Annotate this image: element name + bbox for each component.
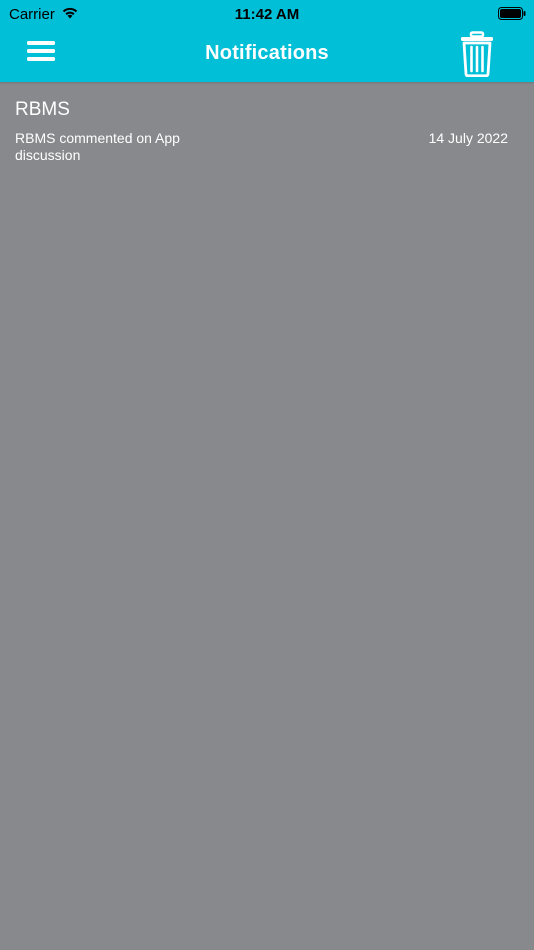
trash-icon[interactable] [460,31,494,78]
notification-date: 14 July 2022 [428,130,508,146]
notification-item[interactable]: RBMS RBMS commented on App discussion 14… [0,82,534,172]
status-time: 11:42 AM [234,6,300,23]
navigation-bar: Notifications [0,28,534,82]
notification-title: RBMS [15,99,70,120]
status-bar: Carrier 11:42 AM [0,0,534,28]
notification-message: RBMS commented on App discussion [15,130,180,163]
page-title: Notifications [205,42,329,64]
top-bar: Carrier 11:42 AM Notifications [0,0,534,82]
battery-icon [498,7,526,20]
